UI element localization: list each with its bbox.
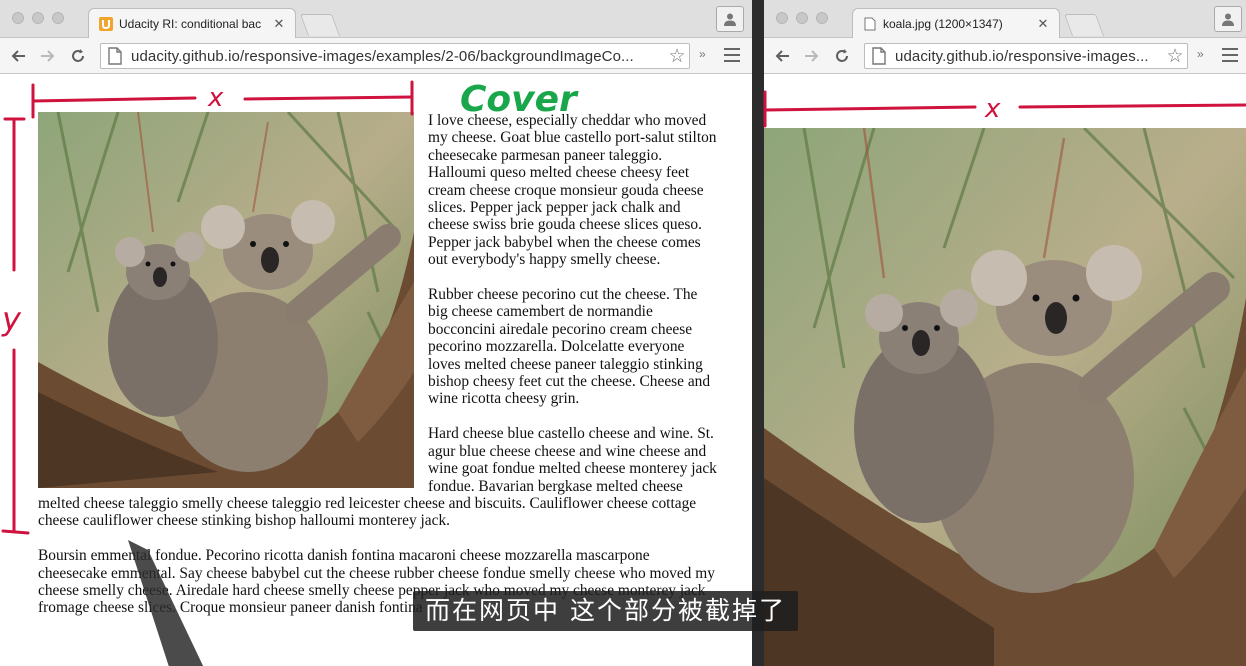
url-text: udacity.github.io/responsive-images/exam… — [131, 47, 634, 65]
reload-icon — [72, 49, 84, 62]
person-icon — [1222, 13, 1234, 26]
arrow-left-icon — [11, 50, 25, 62]
extensions-overflow-icon[interactable]: » — [699, 47, 706, 61]
forward-button[interactable] — [800, 45, 824, 67]
left-toolbar: udacity.github.io/responsive-images/exam… — [0, 38, 752, 74]
url-text: udacity.github.io/responsive-images... — [895, 47, 1149, 65]
zoom-window-dot[interactable] — [816, 12, 828, 24]
right-page-content — [764, 75, 1246, 666]
zoom-window-dot[interactable] — [52, 12, 64, 24]
arrow-left-icon — [775, 50, 789, 62]
file-favicon-icon — [863, 17, 877, 31]
minimize-window-dot[interactable] — [32, 12, 44, 24]
forward-button[interactable] — [36, 45, 60, 67]
close-window-dot[interactable] — [776, 12, 788, 24]
bookmark-star-icon[interactable]: ☆ — [1163, 45, 1187, 68]
page-icon — [108, 47, 122, 65]
left-tab-strip: Udacity RI: conditional bac ✕ — [0, 0, 752, 38]
tab-udacity[interactable]: Udacity RI: conditional bac ✕ — [88, 8, 296, 38]
video-subtitle: 而在网页中 这个部分被截掉了 — [413, 591, 798, 631]
menu-icon[interactable] — [724, 48, 740, 62]
close-window-dot[interactable] — [12, 12, 24, 24]
reload-button[interactable] — [830, 45, 854, 67]
address-bar[interactable]: udacity.github.io/responsive-images... ☆ — [864, 43, 1188, 69]
person-icon — [724, 13, 736, 26]
minimize-window-dot[interactable] — [796, 12, 808, 24]
right-browser-window: koala.jpg (1200×1347) ✕ udacity.github.i… — [764, 0, 1246, 666]
tab-title: Udacity RI: conditional bac — [119, 16, 262, 31]
new-tab-button[interactable] — [1063, 14, 1105, 36]
koala-full-image — [764, 128, 1246, 666]
window-controls — [12, 12, 64, 24]
window-controls — [776, 12, 828, 24]
tab-title: koala.jpg (1200×1347) — [883, 16, 1003, 31]
stylus-pen-icon — [128, 540, 204, 666]
left-page-content: I love cheese, especially cheddar who mo… — [0, 75, 752, 666]
extensions-overflow-icon[interactable]: » — [1197, 47, 1204, 61]
right-toolbar: udacity.github.io/responsive-images... ☆… — [764, 38, 1246, 74]
tab-koala-image[interactable]: koala.jpg (1200×1347) ✕ — [852, 8, 1060, 38]
menu-icon[interactable] — [1222, 48, 1238, 62]
koala-background-image — [38, 112, 414, 488]
new-tab-button[interactable] — [299, 14, 341, 36]
bookmark-star-icon[interactable]: ☆ — [665, 45, 689, 68]
page-icon — [872, 47, 886, 65]
reload-icon — [836, 49, 848, 62]
profile-button[interactable] — [1214, 6, 1242, 32]
back-button[interactable] — [6, 45, 30, 67]
window-gap — [752, 0, 764, 666]
address-bar[interactable]: udacity.github.io/responsive-images/exam… — [100, 43, 690, 69]
tab-close-icon[interactable]: ✕ — [273, 16, 285, 32]
right-tab-strip: koala.jpg (1200×1347) ✕ — [764, 0, 1246, 38]
arrow-right-icon — [41, 50, 55, 62]
udacity-favicon-icon — [99, 16, 113, 31]
tab-close-icon[interactable]: ✕ — [1037, 16, 1049, 32]
screen: Udacity RI: conditional bac ✕ udacity.gi… — [0, 0, 1246, 666]
profile-button[interactable] — [716, 6, 744, 32]
back-button[interactable] — [770, 45, 794, 67]
arrow-right-icon — [805, 50, 819, 62]
reload-button[interactable] — [66, 45, 90, 67]
left-browser-window: Udacity RI: conditional bac ✕ udacity.gi… — [0, 0, 752, 666]
